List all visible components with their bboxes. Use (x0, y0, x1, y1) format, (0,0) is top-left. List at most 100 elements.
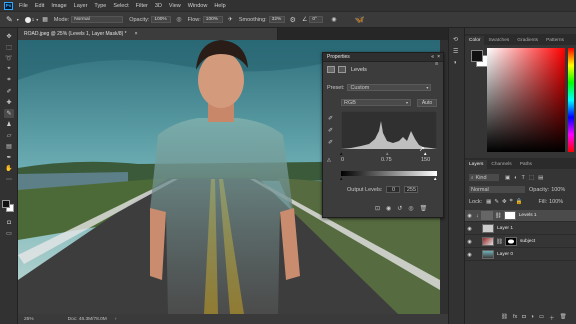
more-tools-icon[interactable]: ⋯ (4, 175, 14, 184)
menu-view[interactable]: View (169, 3, 181, 9)
menu-help[interactable]: Help (214, 3, 225, 9)
tab-paths[interactable]: Paths (516, 160, 536, 169)
visibility-eye-icon[interactable]: ◉ (465, 249, 474, 261)
tool-preset-chevron-icon[interactable]: ▾ (17, 17, 19, 22)
auto-button[interactable]: Auto (417, 99, 437, 107)
panel-foreground-swatch[interactable] (471, 50, 483, 62)
filter-pixel-icon[interactable]: ▣ (505, 175, 510, 181)
foreground-color-swatch[interactable] (2, 200, 10, 208)
new-layer-icon[interactable]: ＋ (549, 314, 555, 322)
layer-row-subject[interactable]: ◉ ⛓ subject (465, 236, 576, 248)
menu-layer[interactable]: Layer (74, 3, 88, 9)
layer-opacity-value[interactable]: 100% (551, 187, 565, 193)
output-levels-slider[interactable]: ▲ ▲ (339, 176, 437, 181)
brush-settings-icon[interactable]: ▦ (42, 16, 48, 23)
layer-mask-thumbnail[interactable] (504, 237, 517, 246)
lock-all-icon[interactable]: 🔒 (516, 199, 523, 205)
tab-layers[interactable]: Layers (465, 160, 488, 169)
layer-row-layer-0[interactable]: ◉ Layer 0 (465, 249, 576, 261)
tab-patterns[interactable]: Patterns (542, 36, 568, 45)
menu-file[interactable]: File (19, 3, 28, 9)
hand-tool-icon[interactable]: ✋ (4, 164, 14, 173)
lock-artboard-icon[interactable]: ⌗ (510, 198, 513, 205)
visibility-eye-icon[interactable]: ◉ (465, 223, 474, 235)
lock-image-icon[interactable]: ✎ (494, 199, 499, 205)
hue-slider[interactable] (568, 48, 574, 152)
symmetry-icon[interactable]: 🦋 (355, 15, 365, 24)
visibility-eye-icon[interactable]: ◉ (465, 236, 474, 248)
opacity-field[interactable]: 100% (151, 16, 172, 23)
brush-tool-icon[interactable]: ✎ (4, 109, 14, 118)
lock-pixels-icon[interactable]: ▦ (486, 199, 491, 205)
visibility-icon[interactable]: ◎ (408, 205, 413, 212)
delete-layer-icon[interactable]: 🗑 (560, 314, 567, 322)
gray-input-handle-icon[interactable]: ▲ (385, 151, 389, 156)
new-adjustment-icon[interactable]: ◑ (531, 314, 534, 322)
collapse-icon[interactable]: « (431, 54, 434, 60)
link-icon[interactable]: ⛓ (495, 213, 502, 219)
output-black-field[interactable]: 0 (386, 186, 401, 193)
eraser-tool-icon[interactable]: ▱ (4, 131, 14, 140)
reset-icon[interactable]: ↺ (397, 205, 402, 212)
panel-menu-icon[interactable]: ≡ (435, 61, 438, 67)
clip-to-layer-icon[interactable]: ⊡ (375, 205, 380, 212)
history-icon[interactable]: ⟲ (453, 36, 458, 43)
layer-row-levels[interactable]: ◉ ↓ ⛓ Levels 1 (465, 210, 576, 222)
screen-mode-icon[interactable]: ▭ (4, 229, 14, 238)
tab-channels[interactable]: Channels (487, 160, 515, 169)
properties-header[interactable]: Properties « × (323, 53, 443, 62)
white-output-handle-icon[interactable]: ▲ (433, 176, 437, 181)
photoshop-logo[interactable]: Ps (4, 1, 13, 10)
layer-mask-icon[interactable] (338, 66, 346, 73)
black-input-handle-icon[interactable]: ▲ (339, 151, 343, 156)
lasso-tool-icon[interactable]: ➰ (4, 54, 14, 63)
airbrush-icon[interactable]: ✈ (228, 16, 233, 23)
visibility-eye-icon[interactable]: ◉ (465, 210, 474, 222)
filter-type-icon[interactable]: T (522, 175, 525, 181)
tab-color[interactable]: Color (465, 36, 485, 45)
link-icon[interactable]: ⛓ (496, 239, 503, 245)
preset-select[interactable]: Custom ▾ (347, 84, 432, 91)
brush-preview-icon[interactable] (24, 16, 31, 23)
tab-swatches[interactable]: Swatches (484, 36, 513, 45)
move-tool-icon[interactable]: ✥ (4, 32, 14, 41)
brush-chevron-icon[interactable]: ▾ (36, 17, 38, 22)
eyedropper-tool-icon[interactable]: ✐ (4, 87, 14, 96)
black-output-handle-icon[interactable]: ▲ (339, 176, 343, 181)
input-black-value[interactable]: 0 (341, 157, 344, 163)
smoothing-settings-icon[interactable]: ⚙ (290, 16, 296, 24)
kind-filter-select[interactable]: ⌕ Kind (469, 174, 499, 181)
new-group-icon[interactable]: ▭ (539, 314, 544, 322)
blend-mode-select[interactable]: Normal (469, 186, 525, 193)
brush-tool-icon[interactable]: ✎ (6, 15, 13, 24)
adjustments-icon[interactable]: ◑ (453, 60, 457, 66)
properties-panel-icon[interactable]: ☰ (453, 48, 458, 55)
close-panel-icon[interactable]: × (437, 54, 440, 60)
flow-field[interactable]: 100% (202, 16, 223, 23)
channel-select[interactable]: RGB ▾ (341, 99, 411, 106)
menu-edit[interactable]: Edit (35, 3, 44, 9)
link-layers-icon[interactable]: ⛓ (501, 314, 508, 322)
close-tab-icon[interactable]: × (135, 31, 138, 37)
delete-adjustment-icon[interactable]: 🗑 (420, 205, 428, 212)
angle-field[interactable]: 0° (309, 16, 324, 23)
tab-gradients[interactable]: Gradients (513, 36, 542, 45)
menu-type[interactable]: Type (94, 3, 106, 9)
black-point-eyedropper-icon[interactable]: ✐ (328, 115, 333, 122)
input-white-value[interactable]: 150 (421, 157, 430, 163)
menu-3d[interactable]: 3D (155, 3, 162, 9)
add-mask-icon[interactable]: ◘ (522, 314, 525, 322)
menu-window[interactable]: Window (188, 3, 208, 9)
layer-row-layer-1[interactable]: ◉ Layer 1 (465, 223, 576, 235)
crop-tool-icon[interactable]: ⌗ (4, 76, 14, 85)
document-tab[interactable]: ROAD.jpeg @ 25% (Levels 1, Layer Mask/8)… (18, 28, 278, 40)
white-point-eyedropper-icon[interactable]: ✐ (328, 139, 333, 146)
zoom-level[interactable]: 25% (24, 317, 34, 322)
marquee-tool-icon[interactable]: ⬚ (4, 43, 14, 52)
filter-adjustment-icon[interactable]: ◐ (514, 175, 517, 181)
healing-tool-icon[interactable]: ✚ (4, 98, 14, 107)
gray-point-eyedropper-icon[interactable]: ✐ (328, 127, 333, 134)
pen-tool-icon[interactable]: ✒ (4, 153, 14, 162)
gradient-tool-icon[interactable]: ▤ (4, 142, 14, 151)
stamp-tool-icon[interactable]: ♟ (4, 120, 14, 129)
